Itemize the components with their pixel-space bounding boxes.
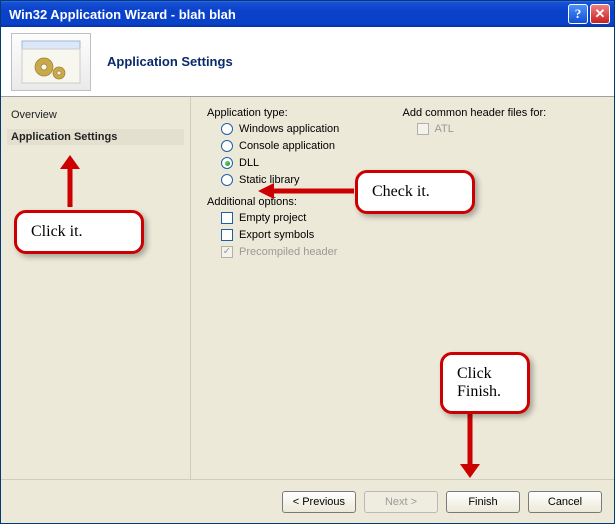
button-bar: < Previous Next > Finish Cancel — [1, 479, 614, 523]
next-button: Next > — [364, 491, 438, 513]
annotation-click-sidebar: Click it. — [14, 210, 144, 254]
checkbox-label: Precompiled header — [239, 246, 337, 258]
radio-icon — [221, 123, 233, 135]
wizard-window: Win32 Application Wizard - blah blah ? ✕… — [0, 0, 615, 524]
wizard-body: Overview Application Settings Applicatio… — [1, 97, 614, 479]
checkbox-precompiled-header: Precompiled header — [221, 246, 403, 258]
arrow-icon — [55, 155, 85, 211]
content-area: Application type: Windows application Co… — [191, 97, 614, 479]
previous-button[interactable]: < Previous — [282, 491, 356, 513]
checkbox-label: Export symbols — [239, 229, 314, 241]
window-title: Win32 Application Wizard - blah blah — [9, 7, 568, 22]
checkbox-atl: ATL — [417, 123, 599, 135]
arrow-icon — [455, 414, 485, 480]
radio-icon — [221, 157, 233, 169]
sidebar-item-overview[interactable]: Overview — [7, 107, 184, 123]
finish-button[interactable]: Finish — [446, 491, 520, 513]
wizard-icon — [11, 33, 91, 91]
arrow-icon — [258, 181, 358, 201]
radio-console-application[interactable]: Console application — [221, 140, 403, 152]
sidebar-item-application-settings[interactable]: Application Settings — [7, 129, 184, 145]
close-button[interactable]: ✕ — [590, 4, 610, 24]
page-title: Application Settings — [107, 54, 233, 69]
checkbox-label: ATL — [435, 123, 454, 135]
annotation-click-finish: Click Finish. — [440, 352, 530, 414]
help-button[interactable]: ? — [568, 4, 588, 24]
common-header-label: Add common header files for: — [403, 107, 599, 119]
checkbox-icon — [221, 229, 233, 241]
radio-icon — [221, 174, 233, 186]
radio-label: Console application — [239, 140, 335, 152]
sidebar: Overview Application Settings — [1, 97, 191, 479]
radio-windows-application[interactable]: Windows application — [221, 123, 403, 135]
additional-options-group: Empty project Export symbols Precompiled… — [221, 212, 403, 258]
radio-label: DLL — [239, 157, 259, 169]
checkbox-icon — [417, 123, 429, 135]
wizard-header: Application Settings — [1, 27, 614, 97]
radio-dll[interactable]: DLL — [221, 157, 403, 169]
checkbox-icon — [221, 246, 233, 258]
radio-icon — [221, 140, 233, 152]
cancel-button[interactable]: Cancel — [528, 491, 602, 513]
common-header-group: ATL — [417, 123, 599, 135]
app-type-label: Application type: — [207, 107, 403, 119]
annotation-check-dll: Check it. — [355, 170, 475, 214]
checkbox-icon — [221, 212, 233, 224]
titlebar: Win32 Application Wizard - blah blah ? ✕ — [1, 1, 614, 27]
checkbox-label: Empty project — [239, 212, 306, 224]
titlebar-buttons: ? ✕ — [568, 4, 610, 24]
checkbox-export-symbols[interactable]: Export symbols — [221, 229, 403, 241]
radio-label: Windows application — [239, 123, 339, 135]
